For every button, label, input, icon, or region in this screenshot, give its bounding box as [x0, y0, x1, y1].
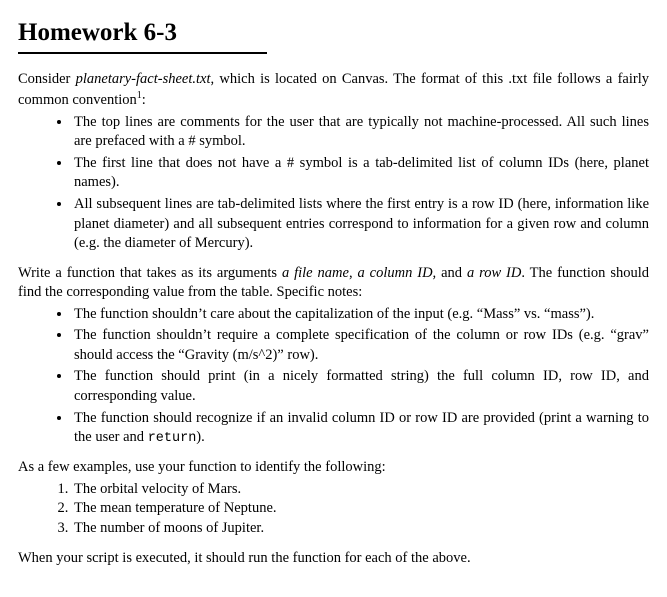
text-run: ).	[196, 429, 204, 445]
page-title: Homework 6-3	[18, 16, 267, 54]
list-item: The first line that does not have a # sy…	[72, 154, 649, 193]
text-run: Write a function that takes as its argum…	[18, 265, 282, 281]
list-item: The mean temperature of Neptune.	[72, 499, 649, 519]
list-item: All subsequent lines are tab-delimited l…	[72, 195, 649, 254]
text-run: ,	[349, 265, 358, 281]
arg-row-id: a row ID	[467, 265, 521, 281]
list-item: The function should recognize if an inva…	[72, 409, 649, 449]
specific-notes-list: The function shouldn’t care about the ca…	[18, 305, 649, 449]
list-item: The function should print (in a nicely f…	[72, 367, 649, 406]
text-run: and	[436, 265, 467, 281]
filename: planetary-fact-sheet.txt	[76, 71, 211, 87]
code-return: return	[148, 431, 197, 446]
task-paragraph: Write a function that takes as its argum…	[18, 264, 649, 303]
examples-intro: As a few examples, use your function to …	[18, 458, 649, 478]
arg-column-id: a column ID,	[358, 265, 437, 281]
text-run: Consider	[18, 71, 76, 87]
text-run: :	[142, 92, 146, 108]
closing-paragraph: When your script is executed, it should …	[18, 549, 649, 569]
format-description-list: The top lines are comments for the user …	[18, 113, 649, 254]
list-item: The top lines are comments for the user …	[72, 113, 649, 152]
list-item: The function shouldn’t care about the ca…	[72, 305, 649, 325]
list-item: The function shouldn’t require a complet…	[72, 326, 649, 365]
list-item: The number of moons of Jupiter.	[72, 519, 649, 539]
examples-list: The orbital velocity of Mars. The mean t…	[18, 480, 649, 539]
list-item: The orbital velocity of Mars.	[72, 480, 649, 500]
arg-filename: a file name	[282, 265, 349, 281]
intro-paragraph: Consider planetary-fact-sheet.txt, which…	[18, 70, 649, 111]
